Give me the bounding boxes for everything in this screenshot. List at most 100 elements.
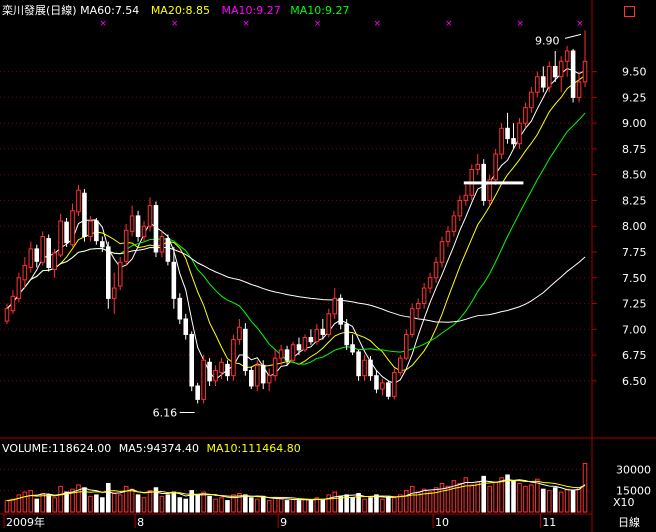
volume-bar: [469, 484, 475, 513]
ma60-line: [6, 246, 586, 323]
candle-body: [397, 357, 403, 374]
price-tick-label: 9.00: [622, 117, 647, 130]
volume-bar: [58, 485, 63, 513]
volume-bar: [421, 488, 427, 513]
candle-body: [505, 127, 510, 140]
candle-body: [123, 229, 129, 262]
signal-marker: ×: [242, 19, 250, 29]
volume-bar: [260, 495, 266, 513]
candle-body: [266, 375, 272, 384]
signal-marker: ×: [314, 19, 322, 29]
volume-bar: [552, 487, 558, 513]
candle-body: [564, 50, 570, 62]
volume-bar: [570, 490, 576, 513]
candle-body: [427, 277, 433, 289]
stock-title: 栾川發展(日線): [2, 4, 77, 17]
volume-bar: [249, 497, 254, 513]
price-tick-label: 9.50: [622, 66, 647, 79]
volume-bar: [564, 488, 570, 513]
close-box-icon[interactable]: [624, 6, 635, 17]
volume-bar: [219, 497, 224, 513]
volume-bar: [117, 494, 123, 513]
volume-bar: [511, 480, 516, 513]
candle-body: [380, 382, 385, 390]
candle-body: [529, 91, 534, 109]
candle-body: [16, 277, 22, 299]
volume-tick-label: 30000: [616, 463, 651, 476]
volume-bar: [171, 491, 177, 513]
volume-bar: [487, 485, 492, 513]
candle-body: [249, 370, 254, 387]
volume-bar: [338, 495, 343, 513]
price-tick-label: 8.00: [622, 220, 647, 233]
candle-body: [207, 361, 212, 382]
volume-bar: [213, 498, 218, 513]
candle-body: [105, 246, 111, 299]
price-tick-label: 7.25: [622, 298, 647, 311]
volume-bar: [207, 495, 212, 513]
candle-body: [243, 328, 248, 372]
price-tick-label: 7.75: [622, 246, 647, 259]
candle-body: [58, 220, 63, 256]
volume-bar: [147, 490, 153, 513]
high-price-label: 9.90: [535, 34, 560, 47]
candle-body: [457, 199, 463, 217]
candle-body: [493, 153, 498, 181]
candle-body: [254, 364, 260, 387]
candle-body: [34, 248, 40, 262]
volume-bar: [427, 491, 433, 513]
candle-body: [213, 370, 218, 382]
candle-body: [546, 65, 552, 88]
candle-body: [153, 205, 159, 253]
chart-annotations: 9.90 6.16 × × × × × × × ×: [99, 19, 583, 420]
volume-bar: [141, 497, 147, 513]
volume-bar: [22, 491, 28, 513]
candle-body: [70, 210, 75, 246]
volume-ma10-label: MA10:111464.80: [206, 442, 301, 455]
candle-body: [415, 303, 421, 310]
candle-body: [386, 382, 391, 397]
volume-bar: [439, 483, 445, 513]
signal-marker: ×: [576, 19, 584, 29]
candle-body: [225, 363, 230, 377]
candle-body: [28, 248, 34, 268]
candle-body: [272, 357, 278, 377]
volume-label: VOLUME:118624.00: [2, 442, 112, 455]
volume-bar: [326, 494, 332, 513]
volume-bar: [278, 498, 284, 513]
volume-bar: [380, 498, 385, 513]
volume-bar: [4, 500, 10, 513]
price-candles: [4, 30, 588, 404]
price-tick-label: 7.50: [622, 272, 647, 285]
candle-body: [439, 241, 445, 263]
date-tick-label: 11: [542, 516, 556, 529]
volume-bars: [4, 463, 588, 513]
candle-body: [350, 344, 355, 353]
ma10-line: [6, 74, 586, 372]
candle-body: [4, 308, 10, 322]
candle-body: [326, 313, 332, 335]
candle-body: [362, 359, 367, 377]
volume-bar: [76, 484, 81, 513]
ma10-label: MA10:9.27: [221, 4, 281, 17]
volume-bar: [34, 498, 40, 513]
volume-bar: [94, 494, 99, 513]
candle-body: [129, 215, 135, 232]
candle-body: [523, 107, 528, 124]
candle-body: [111, 287, 117, 299]
signal-marker: ×: [99, 19, 107, 29]
candle-body: [541, 76, 546, 88]
candle-body: [64, 221, 69, 244]
candle-body: [582, 60, 588, 83]
volume-bar: [386, 495, 391, 513]
candle-body: [100, 241, 105, 248]
volume-bar: [290, 498, 296, 513]
candle-body: [302, 337, 308, 351]
candle-body: [52, 252, 57, 271]
candle-body: [296, 344, 302, 351]
candle-body: [409, 308, 415, 335]
volume-bar: [350, 497, 355, 513]
candle-body: [117, 261, 123, 287]
volume-bar: [272, 497, 278, 513]
volume-ma-lines: [6, 479, 586, 502]
